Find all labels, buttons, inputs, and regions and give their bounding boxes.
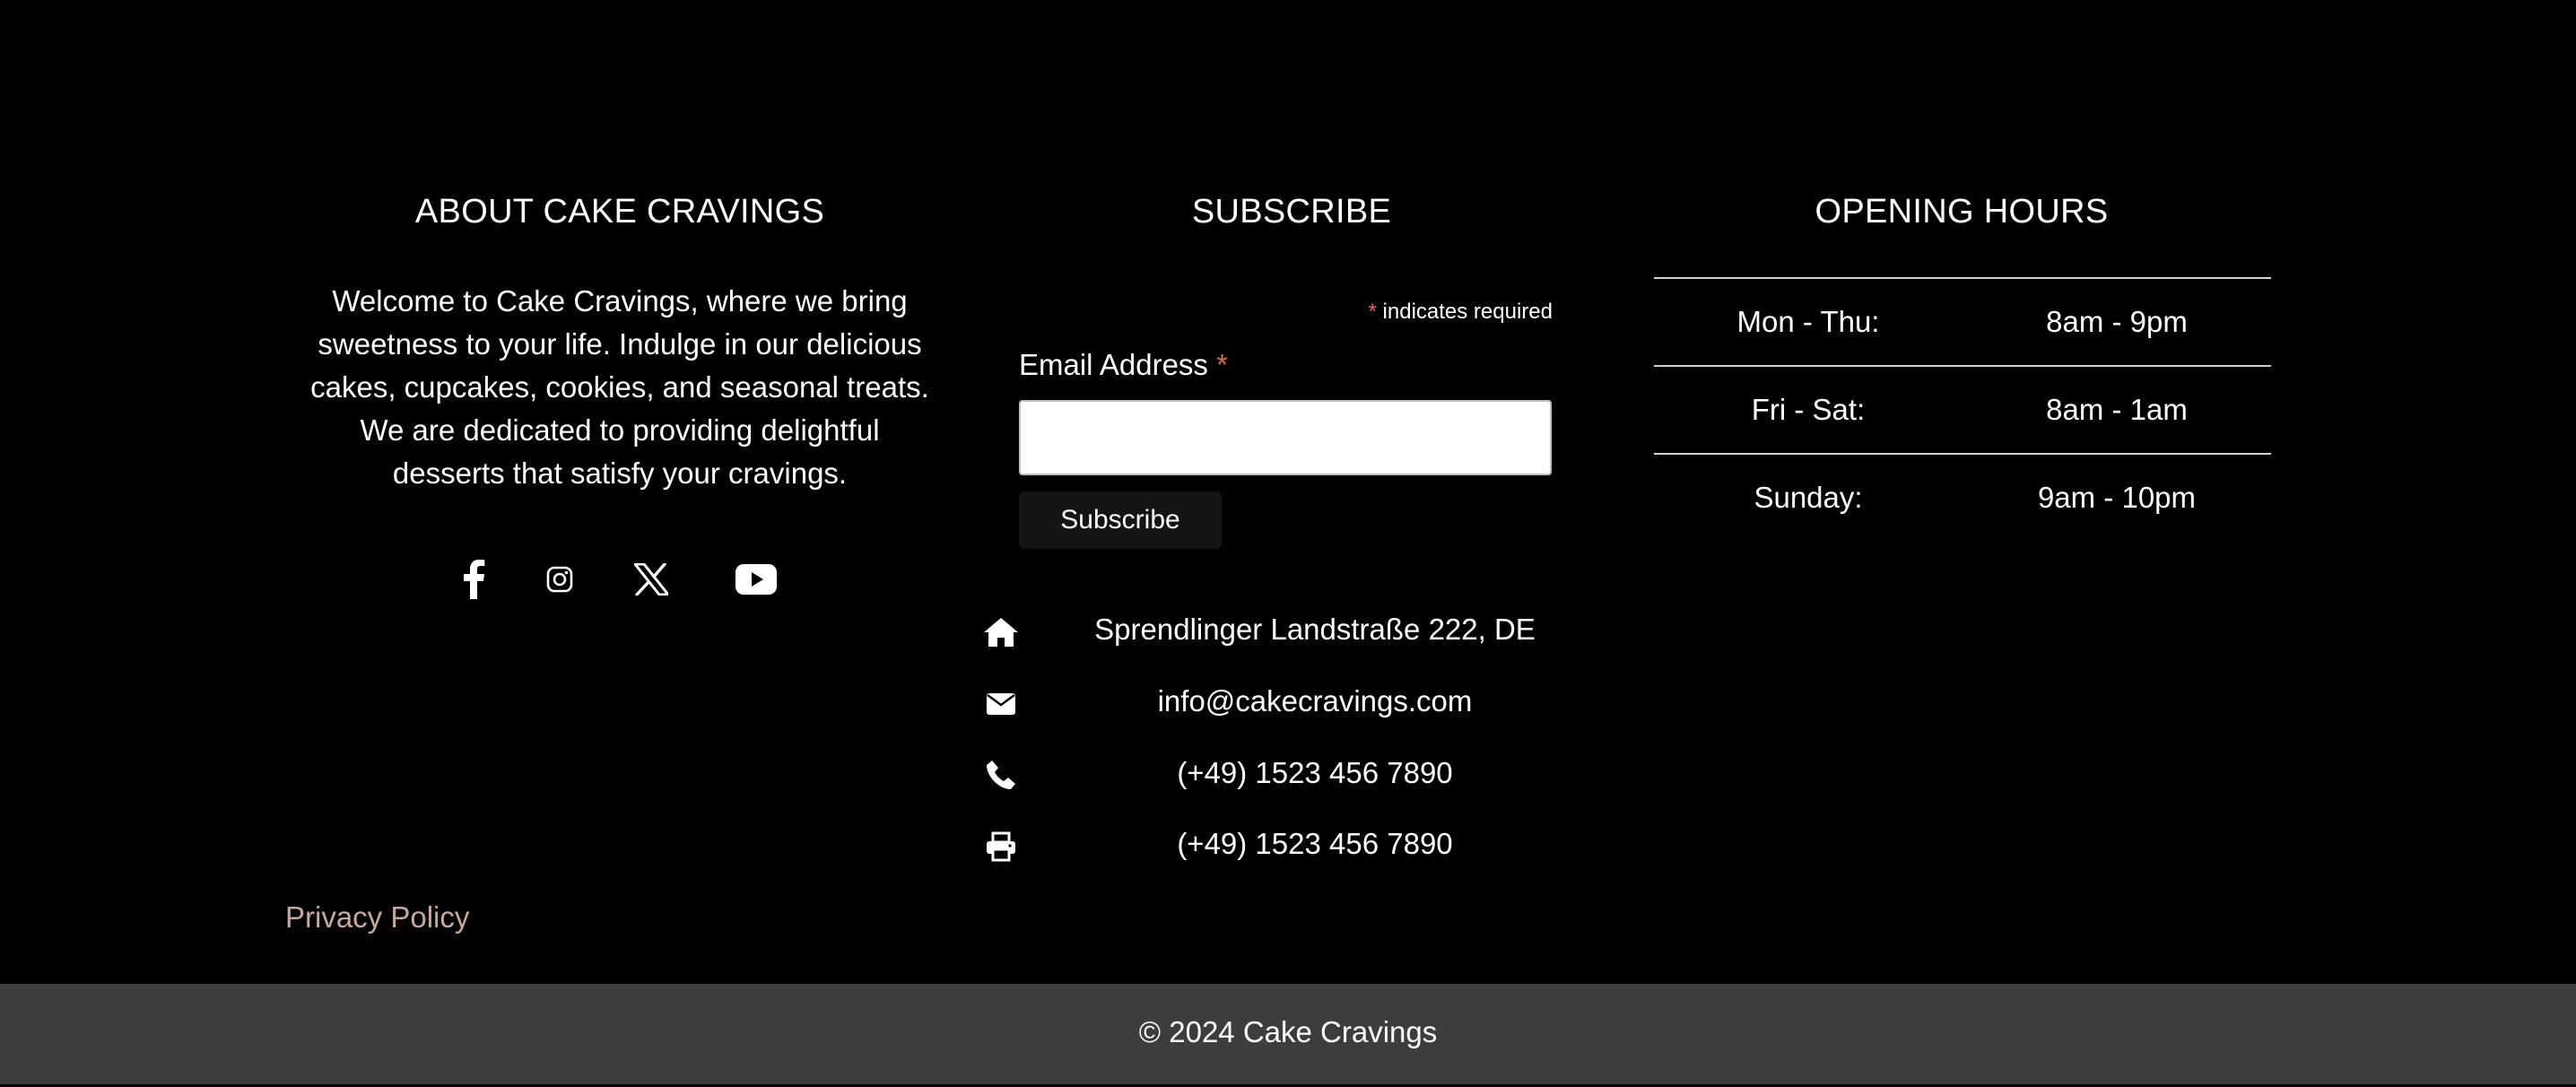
footer-bar: © 2024 Cake Cravings bbox=[0, 984, 2576, 1087]
privacy-policy-link[interactable]: Privacy Policy bbox=[285, 900, 469, 935]
required-note: * indicates required bbox=[1363, 300, 1553, 325]
email-label: Email Address * bbox=[1019, 348, 1228, 382]
about-description: Welcome to Cake Cravings, where we bring… bbox=[310, 284, 929, 490]
youtube-icon[interactable] bbox=[735, 560, 777, 599]
contact-address: Sprendlinger Landstraße 222, DE bbox=[1094, 613, 1536, 646]
facebook-icon[interactable] bbox=[460, 560, 487, 599]
hours-row: Sunday: 9am - 10pm bbox=[1654, 453, 2271, 541]
required-note-text: indicates required bbox=[1376, 300, 1553, 324]
hours-day: Fri - Sat: bbox=[1751, 393, 1866, 426]
hours-time: 9am - 10pm bbox=[2037, 481, 2197, 514]
instagram-icon[interactable] bbox=[544, 560, 576, 599]
x-icon[interactable] bbox=[632, 560, 670, 599]
hours-day: Mon - Thu: bbox=[1736, 305, 1880, 338]
copyright-text: © 2024 Cake Cravings bbox=[1138, 1015, 1438, 1048]
contact-phone[interactable]: (+49) 1523 456 7890 bbox=[0, 756, 2576, 790]
hours-day: Sunday: bbox=[1754, 481, 1863, 514]
email-required-asterisk: * bbox=[1216, 348, 1228, 381]
opening-hours-heading: OPENING HOURS bbox=[1815, 193, 2109, 230]
contact-email[interactable]: info@cakecravings.com bbox=[0, 684, 2576, 718]
email-input[interactable] bbox=[1019, 400, 1552, 475]
hours-row: Fri - Sat: 8am - 1am bbox=[1654, 365, 2271, 453]
contact-fax: (+49) 1523 456 7890 bbox=[1177, 827, 1453, 860]
subscribe-heading: SUBSCRIBE bbox=[1191, 193, 1392, 230]
required-asterisk: * bbox=[1368, 300, 1377, 324]
opening-hours-table: Mon - Thu: 8am - 9pm Fri - Sat: 8am - 1a… bbox=[1654, 277, 2271, 541]
subscribe-button[interactable]: Subscribe bbox=[1019, 491, 1222, 549]
hours-time: 8am - 9pm bbox=[2046, 305, 2188, 338]
hours-time: 8am - 1am bbox=[2046, 393, 2188, 426]
email-label-text: Email Address bbox=[1019, 348, 1208, 381]
about-heading: ABOUT CAKE CRAVINGS bbox=[414, 193, 825, 230]
hours-row: Mon - Thu: 8am - 9pm bbox=[1654, 277, 2271, 365]
